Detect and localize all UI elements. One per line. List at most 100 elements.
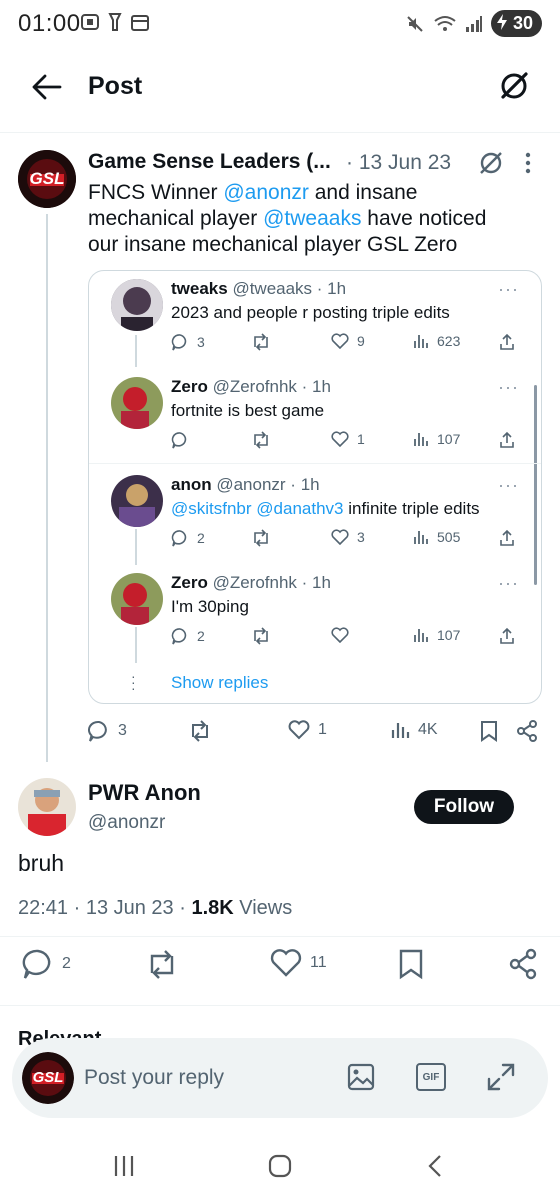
share-icon[interactable] bbox=[508, 948, 538, 980]
avatar[interactable] bbox=[111, 475, 163, 527]
thread-actions: 1 107 bbox=[171, 431, 521, 455]
reply-input-bar[interactable]: GSL Post your reply GIF bbox=[12, 1038, 548, 1118]
avatar-logo-text: GSL bbox=[32, 1069, 64, 1086]
views-button[interactable]: 623 bbox=[413, 333, 460, 349]
gsl-avatar[interactable]: GSL bbox=[18, 150, 76, 208]
reply-input-placeholder[interactable]: Post your reply bbox=[84, 1066, 224, 1090]
like-button[interactable]: 9 bbox=[331, 333, 365, 349]
follow-button[interactable]: Follow bbox=[414, 790, 514, 824]
embedded-thread-image[interactable]: tweaks @tweaaks · 1h ··· 2023 and people… bbox=[88, 270, 542, 704]
thread-actions: 2 107 bbox=[171, 627, 521, 651]
views-count: 1.8K bbox=[191, 897, 234, 919]
more-options-icon[interactable]: ··· bbox=[498, 475, 519, 496]
thread-handle: @Zerofnhk · 1h bbox=[212, 573, 331, 592]
reply-button[interactable]: 3 bbox=[88, 720, 127, 742]
vertical-dots-icon: · · · bbox=[131, 668, 136, 696]
show-replies-link[interactable]: Show replies bbox=[171, 673, 268, 693]
thread-connector bbox=[46, 214, 48, 762]
repost-button[interactable] bbox=[251, 431, 271, 449]
thread-text: 2023 and people r posting triple edits bbox=[171, 303, 450, 322]
bookmark-icon[interactable] bbox=[398, 948, 424, 980]
battery-level: 30 bbox=[512, 13, 533, 33]
grok-icon[interactable] bbox=[498, 70, 530, 102]
mention-link[interactable]: @skitsfnbr @danathv3 bbox=[171, 499, 343, 518]
reply-handle[interactable]: @anonzr bbox=[88, 812, 165, 834]
thread-author[interactable]: Zero bbox=[171, 573, 208, 592]
like-button[interactable]: 1 bbox=[288, 720, 327, 740]
like-button[interactable]: 11 bbox=[270, 948, 327, 978]
mention-link[interactable]: @anonzr bbox=[223, 181, 309, 204]
avatar[interactable] bbox=[111, 279, 163, 331]
main-post-text: FNCS Winner @anonzr and insane mechanica… bbox=[88, 181, 487, 256]
back-arrow-icon[interactable] bbox=[32, 74, 62, 100]
thread-handle: @tweaaks · 1h bbox=[232, 279, 347, 298]
thread-author[interactable]: tweaks bbox=[171, 279, 228, 298]
views-button[interactable]: 107 bbox=[413, 431, 460, 447]
flashlight-icon bbox=[108, 12, 122, 32]
thread-item[interactable]: Zero @Zerofnhk · 1h ··· fortnite is best… bbox=[89, 377, 541, 457]
more-options-icon[interactable] bbox=[524, 150, 532, 176]
recent-apps-icon[interactable] bbox=[112, 1154, 136, 1178]
thread-author[interactable]: anon bbox=[171, 475, 212, 494]
repost-button[interactable] bbox=[251, 529, 271, 547]
reply-meta: 22:41 · 13 Jun 23 · 1.8K Views bbox=[18, 897, 293, 919]
home-icon[interactable] bbox=[268, 1154, 292, 1178]
header-divider bbox=[0, 132, 560, 133]
system-nav-bar bbox=[0, 1130, 560, 1200]
grok-icon[interactable] bbox=[478, 150, 504, 176]
reply-actions: 2 11 bbox=[0, 948, 560, 984]
reply-button[interactable]: 2 bbox=[22, 948, 71, 980]
repost-button[interactable] bbox=[251, 333, 271, 351]
views-button[interactable]: 4K bbox=[390, 720, 438, 740]
mention-link[interactable]: @tweaaks bbox=[263, 207, 361, 230]
battery-indicator: 30 bbox=[490, 10, 542, 37]
thread-actions: 2 3 505 bbox=[171, 529, 521, 553]
reply-author[interactable]: PWR Anon bbox=[88, 780, 201, 806]
signal-icon bbox=[465, 15, 483, 33]
page-title: Post bbox=[88, 72, 143, 100]
expand-icon[interactable] bbox=[486, 1062, 516, 1092]
share-icon[interactable] bbox=[516, 720, 538, 742]
status-time: 01:00 bbox=[18, 10, 81, 37]
thread-item[interactable]: Zero @Zerofnhk · 1h ··· I'm 30ping 2 107 bbox=[89, 573, 541, 653]
gif-icon[interactable]: GIF bbox=[416, 1063, 446, 1091]
back-icon[interactable] bbox=[426, 1154, 444, 1178]
like-button[interactable] bbox=[331, 627, 357, 643]
pwr-anon-avatar[interactable] bbox=[18, 778, 76, 836]
thread-item[interactable]: tweaks @tweaaks · 1h ··· 2023 and people… bbox=[89, 279, 541, 369]
main-post-date[interactable]: · 13 Jun 23 bbox=[346, 151, 451, 175]
avatar[interactable] bbox=[111, 377, 163, 429]
share-icon[interactable] bbox=[499, 529, 515, 547]
mute-icon bbox=[405, 14, 425, 34]
avatar[interactable] bbox=[111, 573, 163, 625]
share-icon[interactable] bbox=[499, 431, 515, 449]
main-post-author[interactable]: Game Sense Leaders (... bbox=[88, 150, 331, 174]
thread-author[interactable]: Zero bbox=[171, 377, 208, 396]
reply-button[interactable]: 3 bbox=[171, 333, 205, 351]
reply-button[interactable] bbox=[171, 431, 197, 449]
views-button[interactable]: 107 bbox=[413, 627, 460, 643]
user-avatar[interactable]: GSL bbox=[22, 1052, 74, 1104]
repost-button[interactable] bbox=[188, 720, 212, 742]
image-icon[interactable] bbox=[346, 1062, 376, 1092]
views-button[interactable]: 505 bbox=[413, 529, 460, 545]
like-button[interactable]: 3 bbox=[331, 529, 365, 545]
share-icon[interactable] bbox=[499, 333, 515, 351]
more-options-icon[interactable]: ··· bbox=[498, 573, 519, 594]
wifi-icon bbox=[433, 14, 457, 34]
thread-separator bbox=[89, 463, 541, 464]
reply-text: bruh bbox=[18, 850, 65, 876]
like-button[interactable]: 1 bbox=[331, 431, 365, 447]
thread-handle: @anonzr · 1h bbox=[216, 475, 320, 494]
reply-button[interactable]: 2 bbox=[171, 627, 205, 645]
bookmark-icon[interactable] bbox=[480, 720, 498, 742]
reply-button[interactable]: 2 bbox=[171, 529, 205, 547]
thread-item[interactable]: anon @anonzr · 1h ··· @skitsfnbr @danath… bbox=[89, 475, 541, 565]
avatar-logo-text: GSL bbox=[29, 169, 65, 188]
more-options-icon[interactable]: ··· bbox=[498, 279, 519, 300]
share-icon[interactable] bbox=[499, 627, 515, 645]
repost-button[interactable] bbox=[144, 948, 180, 980]
main-post-actions: 3 1 4K bbox=[88, 720, 548, 746]
more-options-icon[interactable]: ··· bbox=[498, 377, 519, 398]
repost-button[interactable] bbox=[251, 627, 271, 645]
